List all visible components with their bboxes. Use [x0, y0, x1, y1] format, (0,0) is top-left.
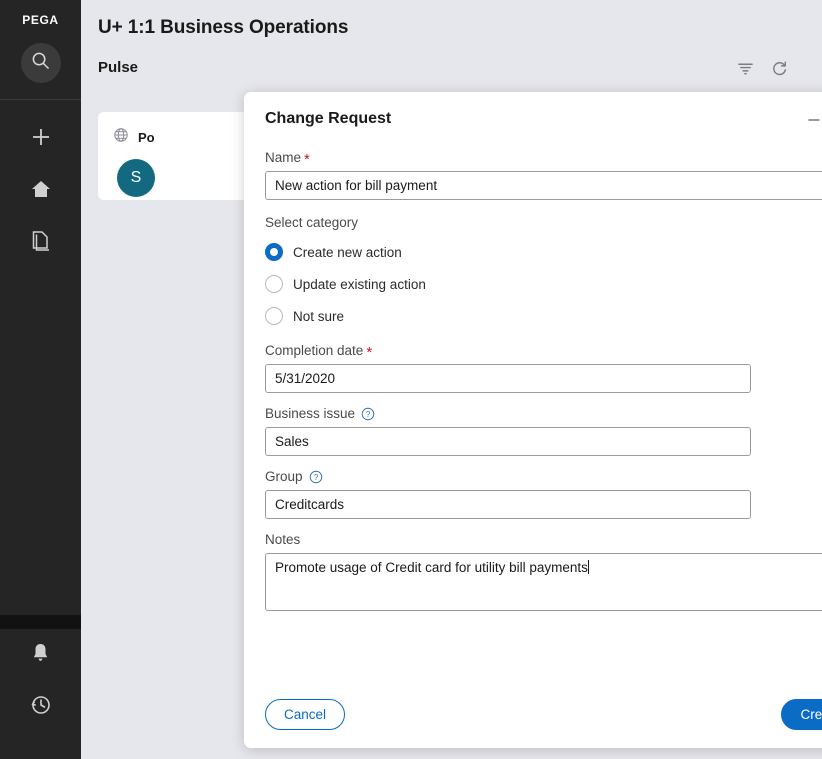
sidebar-band: [0, 615, 81, 629]
plus-icon: [30, 126, 52, 153]
field-select-category: Select category Create new action Update…: [265, 214, 822, 332]
required-asterisk: *: [366, 343, 373, 361]
completion-date-wrap: 5/31/2020: [265, 364, 822, 393]
category-radio-group: Create new action Update existing action…: [265, 236, 822, 332]
home-icon: [30, 179, 52, 204]
globe-icon: [113, 127, 129, 148]
radio-option-not-sure[interactable]: Not sure: [265, 300, 822, 332]
dialog-body: Name * New action for bill payment Selec…: [244, 149, 822, 611]
radio-indicator: [265, 275, 283, 293]
pulse-section-label: Pulse: [98, 59, 139, 76]
business-issue-wrap: Sales: [265, 427, 822, 456]
field-business-issue: Business issue ? Sales: [265, 405, 822, 456]
avatar: S: [117, 159, 155, 197]
sidebar-item-recents[interactable]: [0, 681, 81, 733]
radio-option-create-new-action[interactable]: Create new action: [265, 236, 822, 268]
main-area: U+ 1:1 Business Operations Pulse Po S Ch…: [81, 0, 822, 759]
svg-text:?: ?: [313, 472, 318, 481]
radio-indicator-selected: [265, 243, 283, 261]
label-completion-date-text: Completion date: [265, 343, 364, 358]
cancel-button[interactable]: Cancel: [265, 698, 346, 730]
history-clock-icon: [30, 694, 52, 721]
group-value: Creditcards: [275, 497, 345, 512]
label-select-category: Select category: [265, 214, 822, 231]
dialog-window-controls: [803, 109, 822, 130]
field-group: Group ? Creditcards: [265, 468, 822, 519]
sidebar-item-notifications[interactable]: [0, 629, 81, 681]
pega-logo: PEGA: [22, 13, 59, 27]
minimize-icon[interactable]: [803, 109, 822, 130]
pulse-tool-group: [736, 59, 788, 77]
change-request-dialog: Change Request Name * New action for bil…: [244, 92, 822, 748]
filter-icon[interactable]: [736, 59, 754, 77]
field-name: Name * New action for bill payment: [265, 149, 822, 200]
label-business-issue-text: Business issue: [265, 406, 356, 421]
help-circle-icon[interactable]: ?: [361, 407, 375, 421]
required-asterisk: *: [304, 150, 310, 168]
search-icon: [31, 51, 50, 75]
bell-icon: [30, 642, 51, 669]
field-notes: Notes Promote usage of Credit card for u…: [265, 531, 822, 611]
refresh-icon[interactable]: [770, 59, 788, 77]
sidebar-item-search[interactable]: [20, 43, 61, 83]
radio-label-update-existing-action: Update existing action: [293, 276, 426, 292]
label-completion-date: Completion date *: [265, 342, 822, 361]
label-notes-text: Notes: [265, 532, 301, 547]
pulse-post-title: Po: [138, 130, 155, 145]
label-notes: Notes: [265, 531, 822, 548]
completion-date-input[interactable]: 5/31/2020: [265, 364, 751, 393]
business-issue-select[interactable]: Sales: [265, 427, 751, 456]
create-button[interactable]: Create: [781, 698, 822, 730]
business-issue-value: Sales: [275, 434, 309, 449]
left-sidebar: PEGA: [0, 0, 81, 759]
dialog-title: Change Request: [265, 110, 392, 127]
sidebar-item-documents[interactable]: [0, 217, 81, 269]
svg-text:?: ?: [366, 409, 371, 418]
notes-textarea[interactable]: Promote usage of Credit card for utility…: [265, 553, 822, 611]
sidebar-item-home[interactable]: [0, 165, 81, 217]
label-group: Group ?: [265, 468, 822, 485]
label-business-issue: Business issue ?: [265, 405, 822, 422]
pulse-toolbar: Pulse: [98, 59, 805, 85]
dialog-footer: Cancel Create: [244, 696, 822, 732]
field-completion-date: Completion date * 5/31/2020: [265, 342, 822, 393]
radio-label-create-new-action: Create new action: [293, 244, 402, 260]
app-root: PEGA U+ 1:1 Business Operations Pulse Po…: [0, 0, 822, 759]
label-select-category-text: Select category: [265, 215, 359, 230]
text-cursor: [587, 560, 589, 574]
notes-value: Promote usage of Credit card for utility…: [275, 560, 588, 575]
completion-date-value: 5/31/2020: [275, 371, 336, 386]
dialog-header: Change Request: [244, 92, 822, 149]
name-input[interactable]: New action for bill payment: [265, 171, 822, 200]
label-name: Name *: [265, 149, 822, 168]
group-select[interactable]: Creditcards: [265, 490, 751, 519]
name-input-value: New action for bill payment: [275, 178, 438, 193]
group-wrap: Creditcards: [265, 490, 822, 519]
radio-indicator: [265, 307, 283, 325]
help-circle-icon[interactable]: ?: [309, 470, 323, 484]
sidebar-divider: [0, 99, 81, 100]
documents-icon: [30, 229, 52, 257]
sidebar-item-create[interactable]: [0, 113, 81, 165]
radio-label-not-sure: Not sure: [293, 308, 345, 324]
label-group-text: Group: [265, 469, 303, 484]
label-name-text: Name: [265, 150, 302, 165]
page-title: U+ 1:1 Business Operations: [98, 17, 349, 38]
radio-option-update-existing-action[interactable]: Update existing action: [265, 268, 822, 300]
